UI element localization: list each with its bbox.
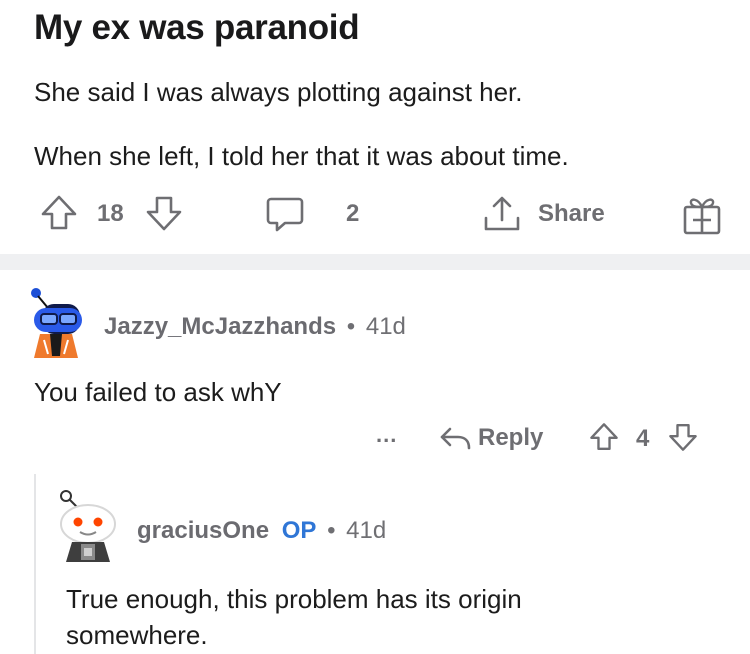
- post-title: My ex was paranoid: [34, 8, 360, 47]
- comment-downvote-button[interactable]: [668, 421, 698, 453]
- comment-1-text: You failed to ask whY: [34, 377, 282, 407]
- comment-count: 2: [346, 200, 360, 227]
- upvote-arrow-icon: [589, 421, 619, 453]
- share-label: Share: [538, 200, 605, 227]
- post-action-bar: 18 2 Share: [0, 190, 750, 240]
- comment-1-age: 41d: [365, 313, 406, 340]
- downvote-arrow-icon: [668, 421, 698, 453]
- avatar[interactable]: [26, 284, 86, 367]
- comment-1-meta: Jazzy_McJazzhands • 41d: [104, 313, 406, 341]
- upvote-button[interactable]: [40, 194, 78, 232]
- avatar[interactable]: [54, 486, 118, 569]
- downvote-arrow-icon: [145, 194, 183, 232]
- comment-2-username[interactable]: graciusOne: [137, 517, 269, 544]
- vote-count: 18: [97, 200, 124, 227]
- op-badge: OP: [281, 517, 317, 544]
- reply-arrow-icon: [438, 423, 472, 453]
- award-button[interactable]: [682, 193, 722, 235]
- upvote-arrow-icon: [40, 194, 78, 232]
- comment-1-username[interactable]: Jazzy_McJazzhands: [104, 313, 336, 340]
- downvote-button[interactable]: [145, 194, 183, 232]
- reply-button[interactable]: Reply: [438, 423, 543, 453]
- section-divider: [0, 254, 750, 270]
- comment-upvote-button[interactable]: [589, 421, 619, 453]
- reply-label: Reply: [478, 424, 544, 451]
- meta-separator: •: [327, 517, 336, 544]
- comment-vote-count: 4: [636, 425, 650, 452]
- post-body-paragraph-2: When she left, I told her that it was ab…: [34, 141, 569, 171]
- meta-separator: •: [346, 313, 356, 340]
- post-body-paragraph-1: She said I was always plotting against h…: [34, 77, 523, 107]
- comment-2-text: True enough, this problem has its origin…: [66, 584, 522, 650]
- share-button[interactable]: Share: [482, 194, 605, 234]
- gift-award-icon: [682, 193, 722, 235]
- comment-2-meta: graciusOne OP • 41d: [137, 517, 386, 545]
- comment-2-age: 41d: [346, 517, 387, 544]
- share-upload-icon: [482, 194, 522, 234]
- thread-line[interactable]: [34, 474, 36, 654]
- speech-bubble-icon: [265, 195, 305, 233]
- comments-button[interactable]: [265, 195, 305, 233]
- more-options-button[interactable]: ...: [376, 422, 397, 448]
